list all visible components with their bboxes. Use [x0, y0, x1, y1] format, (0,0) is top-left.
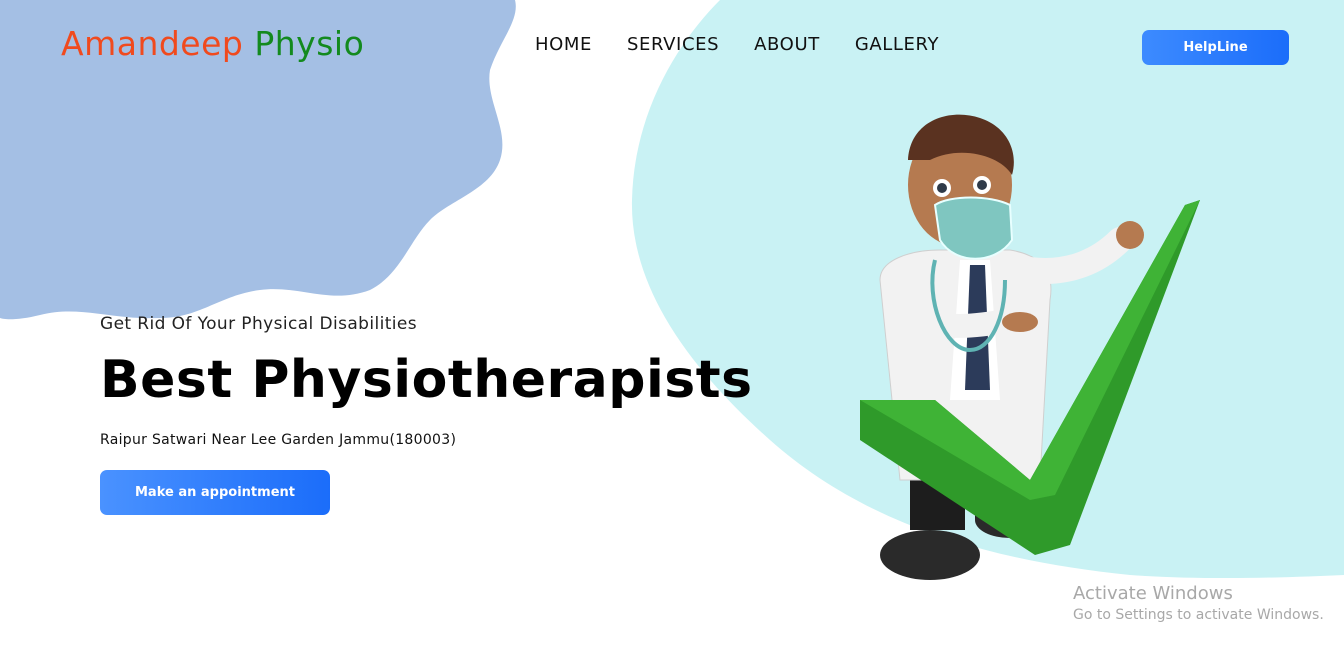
activate-windows-subtitle: Go to Settings to activate Windows.	[1073, 607, 1324, 623]
main-nav: HOME SERVICES ABOUT GALLERY	[535, 34, 939, 55]
brand-logo[interactable]: Amandeep Physio	[61, 24, 364, 63]
activate-windows-title: Activate Windows	[1073, 583, 1233, 604]
hero-headline: Best Physiotherapists	[100, 350, 753, 410]
brand-name-part1: Amandeep	[61, 24, 244, 63]
nav-item-services[interactable]: SERVICES	[627, 34, 719, 55]
doctor-illustration	[860, 114, 1200, 580]
helpline-button[interactable]: HelpLine	[1142, 30, 1289, 65]
activate-windows-watermark: Activate Windows Go to Settings to activ…	[1073, 583, 1324, 623]
nav-item-about[interactable]: ABOUT	[754, 34, 820, 55]
hero-address: Raipur Satwari Near Lee Garden Jammu(180…	[100, 432, 457, 448]
brand-name-part2: Physio	[254, 24, 365, 63]
nav-item-home[interactable]: HOME	[535, 34, 592, 55]
hero-tagline: Get Rid Of Your Physical Disabilities	[100, 314, 418, 334]
nav-item-gallery[interactable]: GALLERY	[855, 34, 939, 55]
make-appointment-button[interactable]: Make an appointment	[100, 470, 330, 515]
